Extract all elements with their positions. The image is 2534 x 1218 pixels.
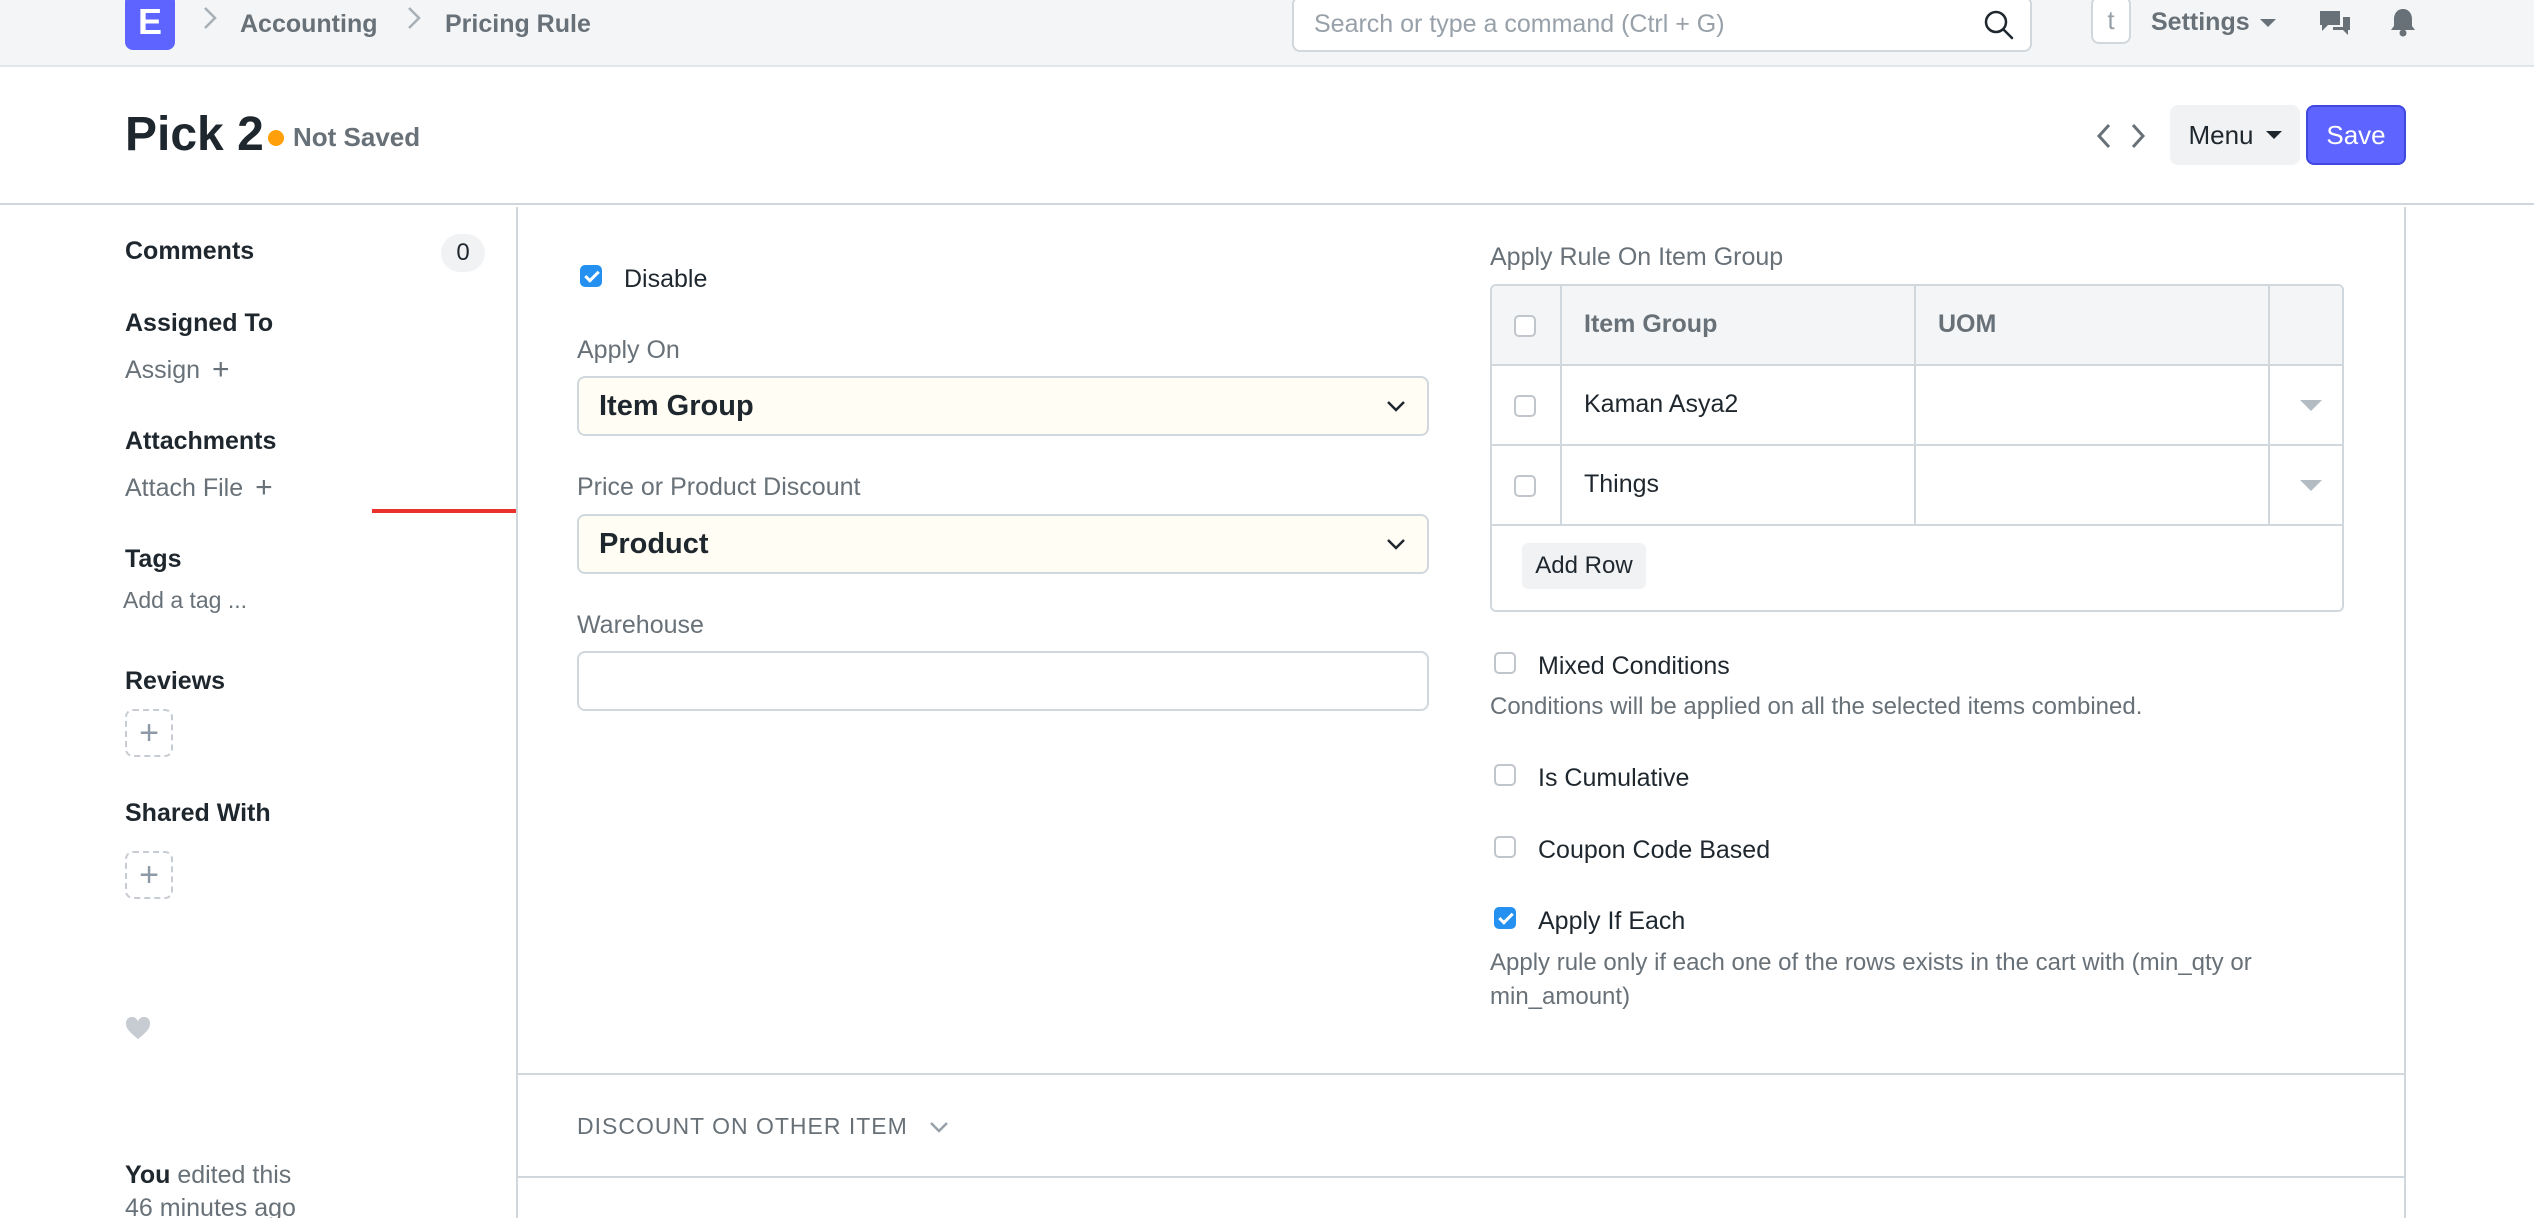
form-sidebar: Comments 0 Assigned To Assign + Attachme… (0, 207, 516, 1218)
section-divider (516, 1176, 2406, 1178)
column-header-item-group: Item Group (1584, 310, 1718, 338)
is-cumulative-label: Is Cumulative (1538, 764, 1690, 792)
page-head: Pick 2 Not Saved Menu Save (0, 69, 2534, 205)
settings-dropdown[interactable]: Settings (2151, 8, 2276, 37)
chevron-down-icon (929, 1121, 948, 1133)
next-record-icon[interactable] (2127, 121, 2149, 151)
apply-if-each-help-line2: min_amount) (1490, 983, 1631, 1010)
previous-record-icon[interactable] (2093, 121, 2115, 151)
coupon-code-based-checkbox[interactable] (1494, 836, 1516, 858)
chevron-right-icon (204, 7, 217, 29)
attach-file-label: Attach File (125, 473, 244, 502)
apply-if-each-help-line1: Apply rule only if each one of the rows … (1490, 949, 2252, 976)
item-group-cell[interactable]: Things (1584, 470, 1659, 499)
table-row[interactable]: Kaman Asya2 (1492, 366, 2342, 446)
plus-icon: + (139, 713, 159, 752)
mixed-conditions-label: Mixed Conditions (1538, 652, 1730, 680)
column-divider (1914, 286, 1916, 526)
bell-icon[interactable] (2388, 6, 2418, 38)
search-input[interactable] (1314, 6, 1964, 42)
mixed-conditions-help: Conditions will be applied on all the se… (1490, 693, 2143, 720)
caret-down-icon (2259, 18, 2276, 27)
apply-on-select[interactable]: Item Group (577, 376, 1429, 436)
add-share-button[interactable]: + (125, 851, 173, 899)
column-divider (2268, 286, 2270, 526)
add-tag-input[interactable]: Add a tag ... (123, 587, 247, 614)
edited-time: 46 minutes ago (125, 1194, 296, 1218)
coupon-code-based-label: Coupon Code Based (1538, 836, 1771, 864)
apply-rule-table-label: Apply Rule On Item Group (1490, 243, 1784, 271)
column-divider (1560, 286, 1562, 526)
row-edit-caret-icon[interactable] (2300, 480, 2322, 491)
discount-on-other-item-section[interactable]: DISCOUNT ON OTHER ITEM (577, 1113, 950, 1140)
last-edited-note: You edited this 46 minutes ago (125, 1159, 296, 1218)
add-row-button[interactable]: Add Row (1522, 543, 1646, 589)
tags-label: Tags (125, 545, 182, 573)
section-title: DISCOUNT ON OTHER ITEM (577, 1113, 908, 1139)
apply-rule-table: Item Group UOM Kaman Asya2 Things Add Ro… (1490, 284, 2344, 612)
plus-icon: + (139, 855, 159, 894)
price-or-product-select[interactable]: Product (577, 514, 1429, 574)
table-row[interactable]: Things (1492, 446, 2342, 526)
column-header-uom: UOM (1938, 310, 1997, 338)
attachments-label: Attachments (125, 427, 277, 455)
breadcrumb-pricing-rule[interactable]: Pricing Rule (445, 10, 591, 39)
breadcrumb-accounting[interactable]: Accounting (240, 10, 378, 39)
heart-icon[interactable] (125, 1017, 151, 1041)
mixed-conditions-checkbox[interactable] (1494, 652, 1516, 674)
navbar: E Accounting Pricing Rule t Settings (0, 0, 2534, 67)
comments-label: Comments (125, 237, 255, 265)
warehouse-label: Warehouse (577, 611, 704, 639)
status-badge: Not Saved (293, 122, 421, 152)
comments-count-badge: 0 (441, 234, 485, 272)
chevron-down-icon (1387, 401, 1405, 412)
user-avatar[interactable]: t (2091, 0, 2131, 44)
plus-icon: + (255, 471, 273, 504)
plus-icon: + (212, 353, 230, 386)
edited-user: You (125, 1161, 171, 1189)
apply-on-value: Item Group (599, 390, 754, 422)
disable-checkbox[interactable] (580, 265, 602, 287)
reviews-label: Reviews (125, 667, 226, 695)
assign-link[interactable]: Assign + (125, 355, 230, 385)
add-review-button[interactable]: + (125, 709, 173, 757)
chat-icon[interactable] (2318, 8, 2352, 38)
caret-down-icon (2265, 131, 2282, 139)
save-button[interactable]: Save (2306, 105, 2406, 165)
item-group-cell[interactable]: Kaman Asya2 (1584, 390, 1738, 419)
edited-text: edited this (170, 1161, 292, 1189)
disable-label: Disable (624, 265, 708, 293)
apply-on-label: Apply On (577, 336, 680, 364)
apply-if-each-help: Apply rule only if each one of the rows … (1490, 946, 2252, 1014)
menu-label: Menu (2188, 119, 2254, 150)
is-cumulative-checkbox[interactable] (1494, 764, 1516, 786)
settings-label: Settings (2151, 8, 2250, 36)
page-title: Pick 2 (125, 108, 264, 161)
select-all-checkbox[interactable] (1514, 315, 1536, 337)
table-header: Item Group UOM (1492, 286, 2342, 366)
menu-button[interactable]: Menu (2170, 105, 2300, 165)
status-indicator-dot (268, 130, 284, 146)
price-or-product-value: Product (599, 528, 709, 560)
chevron-right-icon (408, 7, 421, 29)
row-checkbox[interactable] (1514, 475, 1536, 497)
apply-if-each-label: Apply If Each (1538, 907, 1686, 935)
chevron-down-icon (1387, 539, 1405, 550)
shared-with-label: Shared With (125, 799, 271, 827)
warehouse-input[interactable] (577, 651, 1429, 711)
apply-if-each-checkbox[interactable] (1494, 907, 1516, 929)
section-divider (516, 1073, 2406, 1075)
assign-link-label: Assign (125, 355, 201, 384)
app-logo[interactable]: E (125, 0, 175, 50)
search-icon[interactable] (1982, 8, 2016, 42)
search-bar (1292, 0, 2032, 52)
assigned-to-label: Assigned To (125, 309, 274, 337)
row-checkbox[interactable] (1514, 395, 1536, 417)
attach-file-link[interactable]: Attach File + (125, 473, 273, 503)
price-or-product-label: Price or Product Discount (577, 473, 861, 501)
row-edit-caret-icon[interactable] (2300, 400, 2322, 411)
